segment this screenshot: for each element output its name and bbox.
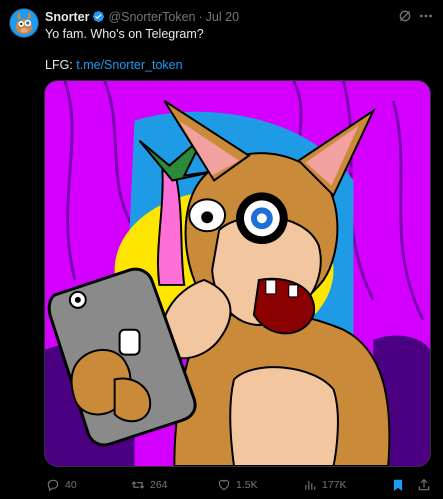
tweet-date[interactable]: Jul 20 bbox=[206, 9, 239, 25]
reply-count: 40 bbox=[65, 479, 77, 491]
tweet-text-line: Yo fam. Who's on Telegram? bbox=[45, 27, 204, 41]
repost-button[interactable]: 264 bbox=[131, 476, 168, 494]
author-handle[interactable]: @SnorterToken bbox=[108, 9, 195, 25]
views-count: 177K bbox=[322, 479, 347, 491]
views-icon bbox=[305, 480, 316, 490]
verified-badge-icon bbox=[93, 10, 105, 23]
views-button[interactable]: 177K bbox=[303, 476, 347, 494]
reply-button[interactable]: 40 bbox=[46, 476, 77, 494]
like-count: 1.5K bbox=[236, 479, 258, 491]
separator-dot: · bbox=[198, 10, 203, 24]
tweet-media-image[interactable] bbox=[44, 80, 431, 467]
tweet-header: Snorter @SnorterToken · Jul 20 bbox=[45, 9, 433, 25]
tweet-text-link-line: LFG: t.me/Snorter_token bbox=[45, 57, 183, 73]
bookmark-icon bbox=[393, 479, 403, 491]
avatar[interactable] bbox=[9, 8, 39, 38]
like-button[interactable]: 1.5K bbox=[217, 476, 258, 494]
grok-icon[interactable] bbox=[397, 8, 413, 24]
repost-count: 264 bbox=[150, 479, 168, 491]
more-icon[interactable] bbox=[418, 8, 434, 24]
tweet-actions-bar: 40 264 1.5K 177K bbox=[44, 476, 433, 494]
link-prefix: LFG: bbox=[45, 58, 77, 72]
bookmark-button[interactable] bbox=[391, 476, 405, 494]
share-icon bbox=[418, 478, 430, 491]
author-name[interactable]: Snorter bbox=[45, 9, 89, 25]
telegram-link[interactable]: t.me/Snorter_token bbox=[76, 58, 182, 72]
reply-icon bbox=[47, 479, 59, 492]
share-button[interactable] bbox=[417, 476, 431, 494]
cartoon-illustration bbox=[45, 81, 430, 466]
heart-icon bbox=[218, 479, 230, 491]
repost-icon bbox=[131, 481, 145, 489]
